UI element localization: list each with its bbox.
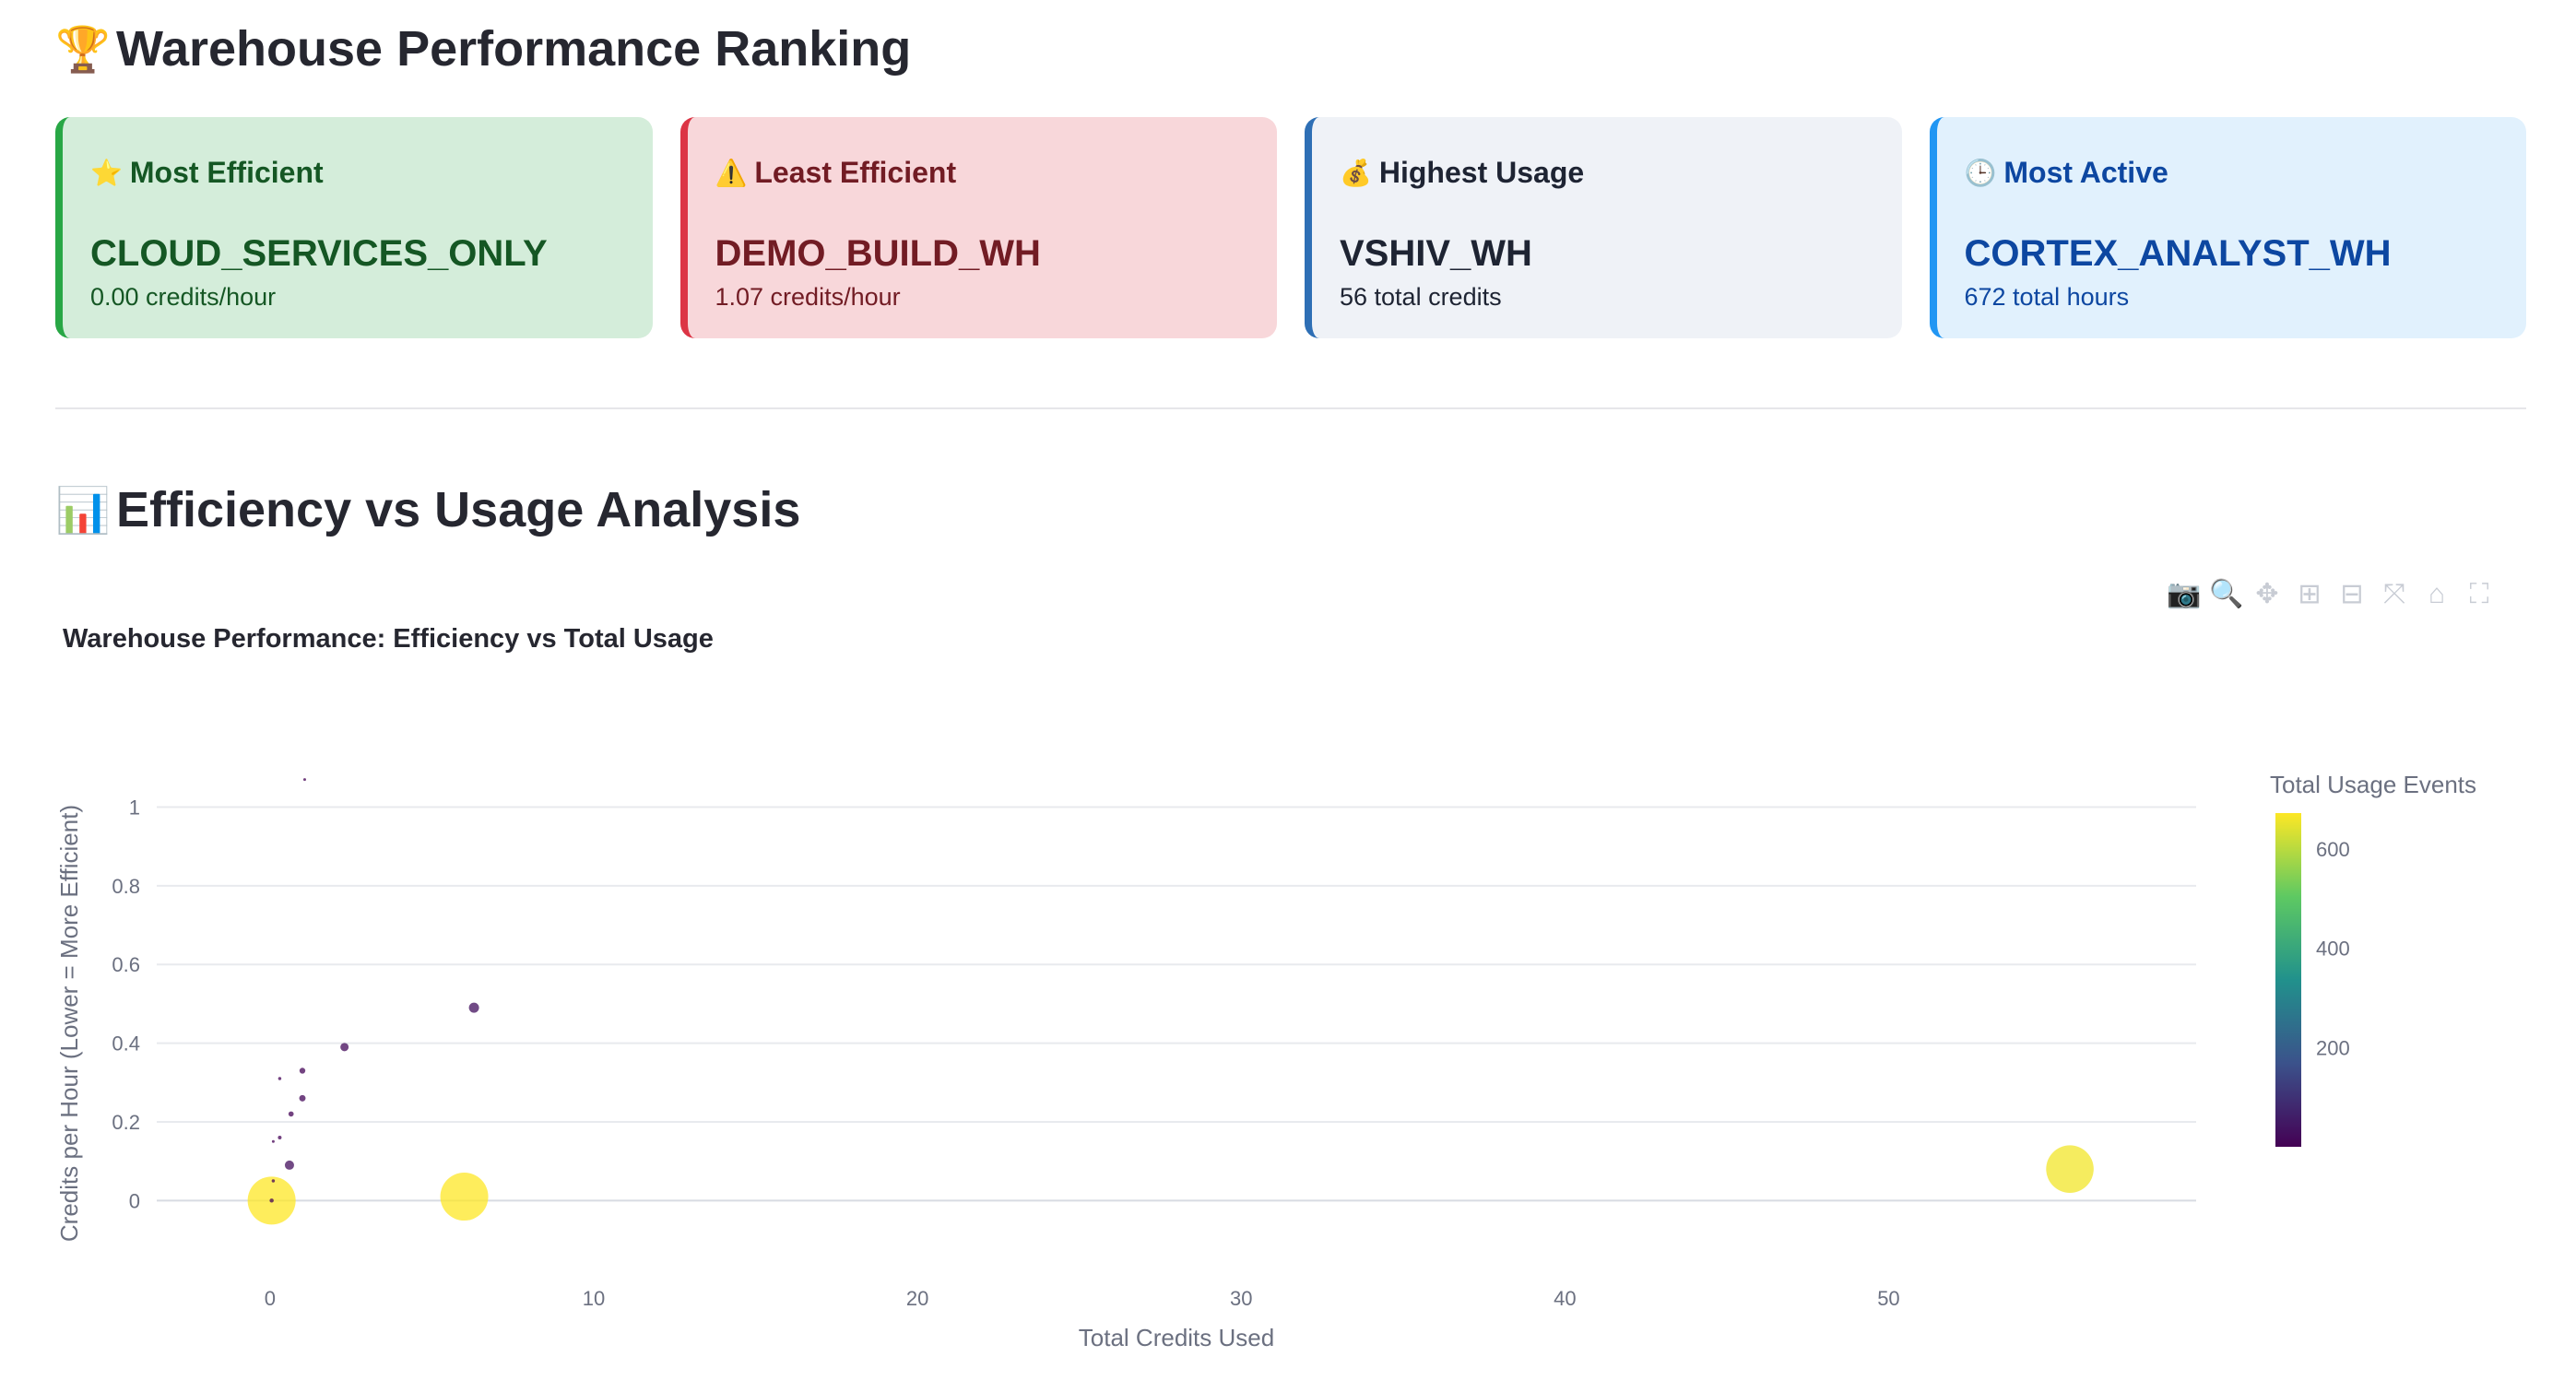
scatter-plot[interactable]: 0 10 20 30 40 50 0 0.2 0.4 0.6 0.8 1 Total Credits… (0, 0, 2576, 1392)
data-point[interactable] (278, 1077, 282, 1080)
data-point[interactable] (302, 778, 306, 782)
y-tick-label: 0.6 (112, 953, 140, 976)
data-point[interactable] (271, 1179, 276, 1183)
data-point[interactable] (299, 1068, 306, 1074)
x-tick-label: 50 (1877, 1287, 1899, 1310)
data-point[interactable] (2046, 1145, 2094, 1193)
colorbar-title: Total Usage Events (2270, 771, 2476, 798)
x-tick-label: 30 (1230, 1287, 1252, 1310)
data-point[interactable] (269, 1198, 274, 1203)
colorbar-tick-label: 600 (2316, 838, 2350, 861)
data-point[interactable] (271, 1139, 275, 1143)
y-axis-label: Credits per Hour (Lower = More Efficient… (55, 805, 83, 1242)
data-point[interactable] (278, 1136, 282, 1140)
data-point[interactable] (468, 1002, 479, 1013)
x-tick-label: 0 (265, 1287, 276, 1310)
y-tick-label: 0.4 (112, 1032, 140, 1056)
y-tick-label: 0.8 (112, 875, 140, 898)
data-point[interactable] (440, 1173, 489, 1221)
data-point[interactable] (340, 1043, 349, 1052)
x-tick-label: 40 (1554, 1287, 1576, 1310)
y-tick-label: 0 (129, 1189, 140, 1212)
data-point[interactable] (288, 1111, 294, 1117)
colorbar (2275, 813, 2301, 1147)
colorbar-tick-label: 400 (2316, 938, 2350, 961)
y-tick-label: 1 (129, 796, 140, 819)
data-point[interactable] (284, 1160, 294, 1170)
y-tick-label: 0.2 (112, 1111, 140, 1134)
x-tick-label: 20 (906, 1287, 928, 1310)
data-point[interactable] (299, 1094, 306, 1102)
x-tick-label: 10 (583, 1287, 605, 1310)
colorbar-tick-label: 200 (2316, 1037, 2350, 1060)
x-axis-label: Total Credits Used (1079, 1324, 1274, 1351)
